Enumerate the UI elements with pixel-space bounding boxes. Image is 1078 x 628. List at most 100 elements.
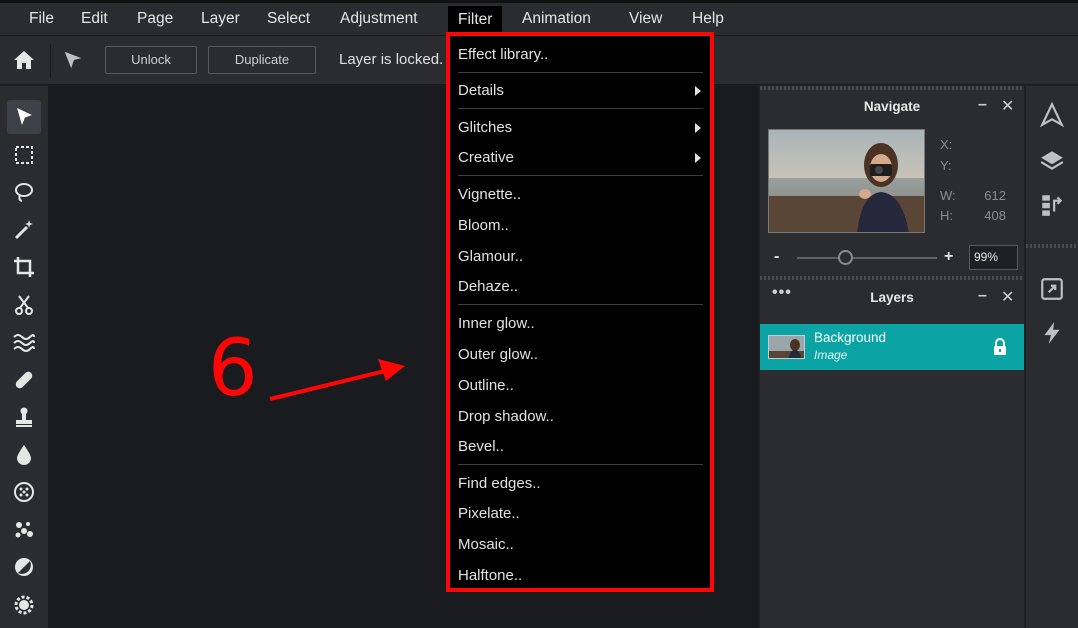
close-icon[interactable]: ✕ <box>1001 96 1014 116</box>
lock-icon[interactable] <box>992 338 1008 361</box>
select-tool[interactable] <box>7 100 41 134</box>
menu-page[interactable]: Page <box>137 10 173 28</box>
stamp-tool[interactable] <box>7 400 41 434</box>
history-panel-icon[interactable] <box>1039 192 1065 218</box>
w-value: 612 <box>984 188 1006 203</box>
zoom-in-button[interactable]: + <box>944 248 953 266</box>
menu-separator <box>458 108 703 109</box>
contrast-icon <box>15 558 33 576</box>
menu-item-glamour[interactable]: Glamour.. <box>458 248 523 265</box>
bubbles-icon <box>15 522 33 538</box>
layer-row-background[interactable]: Background Image <box>760 324 1024 370</box>
heal-tool[interactable] <box>7 363 41 397</box>
zoom-out-button[interactable]: - <box>774 248 779 266</box>
magic-wand-icon <box>14 220 33 240</box>
resize-panel-icon[interactable] <box>1039 276 1065 302</box>
marquee-tool[interactable] <box>7 138 41 172</box>
unlock-button[interactable]: Unlock <box>105 46 197 74</box>
lightning-icon[interactable] <box>1039 320 1065 346</box>
menu-help[interactable]: Help <box>692 10 724 28</box>
lasso-tool[interactable] <box>7 175 41 209</box>
right-panel: Navigate – ✕ X: Y: W: 612 H: 408 - + 99% <box>760 86 1024 628</box>
stamp-icon <box>16 407 32 427</box>
menu-item-creative[interactable]: Creative <box>458 149 514 166</box>
crop-icon <box>14 257 34 277</box>
menu-item-mosaic[interactable]: Mosaic.. <box>458 536 514 553</box>
move-arrow-icon[interactable] <box>62 49 84 76</box>
tools-sidebar <box>0 86 48 628</box>
annotation-arrow <box>269 359 405 401</box>
menu-item-dehaze[interactable]: Dehaze.. <box>458 278 518 295</box>
submenu-arrow-icon <box>695 86 701 96</box>
waves-icon <box>13 334 35 352</box>
menu-separator <box>458 464 703 465</box>
scissors-icon <box>15 295 33 315</box>
gear-icon <box>14 595 34 615</box>
cursor-icon <box>17 108 32 125</box>
pattern-tool[interactable] <box>7 475 41 509</box>
magic-wand-tool[interactable] <box>7 213 41 247</box>
annotation-number: 6 <box>208 324 258 414</box>
close-icon[interactable]: ✕ <box>1001 287 1014 307</box>
settings-tool[interactable] <box>7 588 41 622</box>
layers-panel-icon[interactable] <box>1039 148 1065 174</box>
strip-grip <box>1026 244 1078 248</box>
liquify-tool[interactable] <box>7 325 41 359</box>
filter-dropdown-menu: Effect library.. Details Glitches Creati… <box>446 32 714 592</box>
menu-animation[interactable]: Animation <box>522 10 591 28</box>
menu-separator <box>458 304 703 305</box>
menu-item-outer-glow[interactable]: Outer glow.. <box>458 346 538 363</box>
menu-layer[interactable]: Layer <box>201 10 240 28</box>
menu-separator <box>458 175 703 176</box>
w-label: W: <box>940 188 956 203</box>
marquee-icon <box>15 146 33 164</box>
menu-separator <box>458 72 703 73</box>
sponge-tool[interactable] <box>7 513 41 547</box>
menu-bar: File Edit Page Layer Select Adjustment F… <box>0 0 1078 38</box>
minimize-icon[interactable]: – <box>978 287 987 305</box>
lasso-icon <box>15 183 33 202</box>
panel-grip[interactable] <box>760 276 1024 280</box>
bandage-icon <box>15 371 33 389</box>
layer-type: Image <box>814 348 848 362</box>
menu-item-effect-library[interactable]: Effect library.. <box>458 46 548 63</box>
home-icon[interactable] <box>12 48 36 77</box>
menu-item-outline[interactable]: Outline.. <box>458 377 514 394</box>
menu-item-inner-glow[interactable]: Inner glow.. <box>458 315 535 332</box>
navigate-thumbnail[interactable] <box>768 129 925 233</box>
zoom-slider-track[interactable] <box>797 257 937 259</box>
right-icon-strip <box>1026 86 1078 628</box>
submenu-arrow-icon <box>695 123 701 133</box>
menu-adjustment[interactable]: Adjustment <box>340 10 418 28</box>
crop-tool[interactable] <box>7 250 41 284</box>
navigate-panel-icon[interactable] <box>1039 101 1065 128</box>
zoom-slider-handle[interactable] <box>838 250 853 265</box>
dodge-burn-tool[interactable] <box>7 550 41 584</box>
menu-item-halftone[interactable]: Halftone.. <box>458 567 522 584</box>
menu-item-details[interactable]: Details <box>458 82 504 99</box>
toolbar-divider <box>50 44 51 78</box>
menu-item-find-edges[interactable]: Find edges.. <box>458 475 541 492</box>
menu-file[interactable]: File <box>29 10 54 28</box>
dotted-circle-icon <box>14 482 34 502</box>
menu-item-glitches[interactable]: Glitches <box>458 119 512 136</box>
menu-view[interactable]: View <box>629 10 662 28</box>
menu-select[interactable]: Select <box>267 10 310 28</box>
blur-tool[interactable] <box>7 438 41 472</box>
duplicate-button[interactable]: Duplicate <box>208 46 316 74</box>
drop-icon <box>17 445 31 465</box>
menu-item-vignette[interactable]: Vignette.. <box>458 186 521 203</box>
h-label: H: <box>940 208 953 223</box>
menu-edit[interactable]: Edit <box>81 10 108 28</box>
menu-item-bloom[interactable]: Bloom.. <box>458 217 509 234</box>
y-label: Y: <box>940 158 952 173</box>
layer-name: Background <box>814 330 887 345</box>
menu-item-pixelate[interactable]: Pixelate.. <box>458 505 520 522</box>
menu-item-bevel[interactable]: Bevel.. <box>458 438 504 455</box>
x-label: X: <box>940 137 953 152</box>
cut-tool[interactable] <box>7 288 41 322</box>
minimize-icon[interactable]: – <box>978 96 987 114</box>
submenu-arrow-icon <box>695 153 701 163</box>
zoom-input[interactable]: 99% <box>969 245 1018 270</box>
menu-item-drop-shadow[interactable]: Drop shadow.. <box>458 408 554 425</box>
